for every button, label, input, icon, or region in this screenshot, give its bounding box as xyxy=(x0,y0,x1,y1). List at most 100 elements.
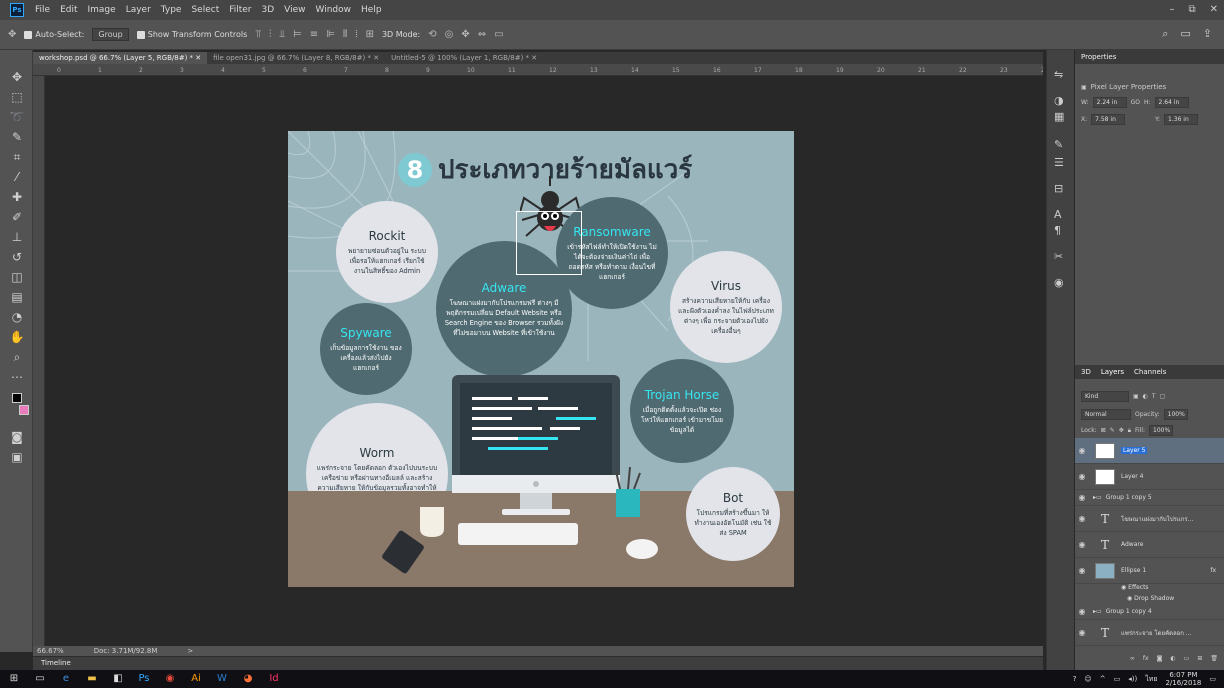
zoom-tool-icon[interactable]: ⌕ xyxy=(7,348,27,366)
layer-row[interactable]: ◉ Ellipse 1 fx xyxy=(1075,558,1224,584)
eraser-tool-icon[interactable]: ◫ xyxy=(7,268,27,286)
kind-filter[interactable]: Kind xyxy=(1081,391,1129,402)
link-layers-icon[interactable]: ∞ xyxy=(1130,655,1135,662)
filter-adjust-icon[interactable]: ◐ xyxy=(1143,393,1148,400)
visibility-eye-icon[interactable]: ◉ xyxy=(1075,514,1089,523)
history-icon[interactable]: ⇋ xyxy=(1054,68,1063,81)
photoshop-icon[interactable]: Ps xyxy=(138,673,150,685)
file-explorer-icon[interactable]: ▬ xyxy=(86,673,98,685)
tab-3d[interactable]: 3D xyxy=(1081,368,1091,376)
network-icon[interactable]: ▭ xyxy=(1114,675,1121,683)
3d-slide-icon[interactable]: ⇔ xyxy=(478,29,486,40)
transform-bounding-box[interactable] xyxy=(516,211,582,275)
align-middle-icon[interactable]: ⫶ xyxy=(269,29,272,40)
timeline-label[interactable]: Timeline xyxy=(41,659,71,667)
background-color-swatch[interactable] xyxy=(14,402,34,420)
character-icon[interactable]: A xyxy=(1054,208,1062,221)
more-tools-icon[interactable]: ⋯ xyxy=(7,368,27,386)
search-icon[interactable]: ⌕ xyxy=(1162,27,1168,41)
filter-type-icon[interactable]: T xyxy=(1152,393,1156,400)
windows-icon[interactable]: ⊞ xyxy=(8,673,20,685)
lock-transparent-icon[interactable]: ⊠ xyxy=(1101,427,1106,434)
notifications-icon[interactable]: ▭ xyxy=(1209,675,1216,683)
width-field[interactable]: 2.24 in xyxy=(1092,97,1127,108)
volume-icon[interactable]: ◂)) xyxy=(1128,675,1137,683)
menu-file[interactable]: File xyxy=(30,0,55,20)
menu-help[interactable]: Help xyxy=(356,0,387,20)
show-transform-checkbox[interactable]: Show Transform Controls xyxy=(136,30,247,39)
3d-pan-icon[interactable]: ✥ xyxy=(461,29,469,40)
quick-mask-icon[interactable]: ◙ xyxy=(7,428,27,446)
lock-move-icon[interactable]: ✥ xyxy=(1119,427,1124,434)
menu-window[interactable]: Window xyxy=(311,0,357,20)
filter-shape-icon[interactable]: ▢ xyxy=(1160,393,1166,400)
visibility-eye-icon[interactable]: ◉ xyxy=(1075,540,1089,549)
adjustments-icon[interactable]: ◑ xyxy=(1054,94,1064,107)
3d-icon[interactable]: ◉ xyxy=(1054,276,1064,289)
group-row[interactable]: ◉ ▸▭ Group 1 copy 4 xyxy=(1075,604,1224,620)
swatches-icon[interactable]: ▦ xyxy=(1054,110,1064,123)
zoom-level[interactable]: 66.67% xyxy=(37,647,64,655)
3d-roll-icon[interactable]: ◎ xyxy=(445,29,454,40)
visibility-eye-icon[interactable]: ◉ xyxy=(1075,628,1089,637)
brush-settings-icon[interactable]: ✎ xyxy=(1054,138,1063,151)
layer-row-selected[interactable]: ◉ Layer 5 xyxy=(1075,438,1224,464)
layer-row[interactable]: ◉ Layer 4 xyxy=(1075,464,1224,490)
screen-mode-icon[interactable]: ▣ xyxy=(7,448,27,466)
layer-row[interactable]: ◉ T แพร่กระจาย โดยคัดลอก ... xyxy=(1075,620,1224,646)
artboard[interactable]: 8 ประเภทวายร้ายมัลแวร์ Rockit พยายามซ่อน… xyxy=(288,131,794,587)
share-icon[interactable]: ⇪ xyxy=(1203,27,1212,41)
visibility-eye-icon[interactable]: ◉ xyxy=(1075,472,1089,481)
word-icon[interactable]: W xyxy=(216,673,228,685)
move-tool-icon[interactable]: ✥ xyxy=(8,29,16,40)
new-layer-icon[interactable]: ⊞ xyxy=(1197,655,1202,662)
tab-workshop[interactable]: workshop.psd @ 66.7% (Layer 5, RGB/8#) *… xyxy=(33,52,208,64)
menu-layer[interactable]: Layer xyxy=(121,0,156,20)
menu-edit[interactable]: Edit xyxy=(55,0,82,20)
people-icon[interactable]: ☺ xyxy=(1084,675,1091,683)
visibility-eye-icon[interactable]: ◉ xyxy=(1075,607,1089,616)
menu-filter[interactable]: Filter xyxy=(224,0,256,20)
quick-select-tool-icon[interactable]: ✎ xyxy=(7,128,27,146)
blur-tool-icon[interactable]: ◔ xyxy=(7,308,27,326)
link-icon[interactable]: GO xyxy=(1131,99,1140,106)
chrome-icon[interactable]: ◉ xyxy=(164,673,176,685)
align-right-icon[interactable]: ⊫ xyxy=(326,29,335,40)
status-arrow[interactable]: > xyxy=(187,647,193,655)
align-left-icon[interactable]: ⊨ xyxy=(293,29,302,40)
filter-pixel-icon[interactable]: ▣ xyxy=(1133,393,1139,400)
gradient-tool-icon[interactable]: ▤ xyxy=(7,288,27,306)
x-field[interactable]: 7.58 in xyxy=(1091,114,1126,125)
3d-orbit-icon[interactable]: ⟲ xyxy=(428,29,436,40)
folder-icon[interactable]: ▸▭ xyxy=(1093,608,1102,615)
tools-preset-icon[interactable]: ✂ xyxy=(1054,250,1063,263)
delete-layer-icon[interactable]: 🗑︎ xyxy=(1210,655,1218,662)
folder-icon[interactable]: ▸▭ xyxy=(1093,494,1102,501)
task-view-icon[interactable]: ▭ xyxy=(34,673,46,685)
history-brush-tool-icon[interactable]: ↺ xyxy=(7,248,27,266)
firefox-icon[interactable]: ◕ xyxy=(242,673,254,685)
paragraph-icon[interactable]: ¶ xyxy=(1054,224,1061,237)
layer-row[interactable]: ◉ T Adware xyxy=(1075,532,1224,558)
menu-image[interactable]: Image xyxy=(83,0,121,20)
add-mask-icon[interactable]: ◙ xyxy=(1157,655,1163,662)
distribute-h-icon[interactable]: ⦙ xyxy=(355,29,357,40)
auto-align-icon[interactable]: ⊞ xyxy=(366,29,374,40)
tab-layers[interactable]: Layers xyxy=(1101,368,1124,376)
minimize-button[interactable]: – xyxy=(1169,0,1174,20)
visibility-eye-icon[interactable]: ◉ xyxy=(1075,493,1089,502)
tray-chevron-icon[interactable]: ^ xyxy=(1100,675,1106,683)
move-tool-icon[interactable]: ✥ xyxy=(7,68,27,86)
indesign-icon[interactable]: Id xyxy=(268,673,280,685)
group-row[interactable]: ◉ ▸▭ Group 1 copy 5 xyxy=(1075,490,1224,506)
healing-tool-icon[interactable]: ✚ xyxy=(7,188,27,206)
lock-paint-icon[interactable]: ✎ xyxy=(1110,427,1115,434)
language-indicator[interactable]: ไทย xyxy=(1145,674,1157,685)
close-button[interactable]: ✕ xyxy=(1210,0,1218,20)
distribute-icon[interactable]: ⦀ xyxy=(343,29,347,40)
store-icon[interactable]: ◧ xyxy=(112,673,124,685)
tab-file-open31[interactable]: file open31.jpg @ 66.7% (Layer 8, RGB/8#… xyxy=(207,52,385,64)
effect-eye-icon[interactable]: ◉ xyxy=(1127,595,1134,602)
clock[interactable]: 6:07 PM 2/16/2018 xyxy=(1165,671,1201,687)
new-group-icon[interactable]: ▭ xyxy=(1184,655,1190,662)
